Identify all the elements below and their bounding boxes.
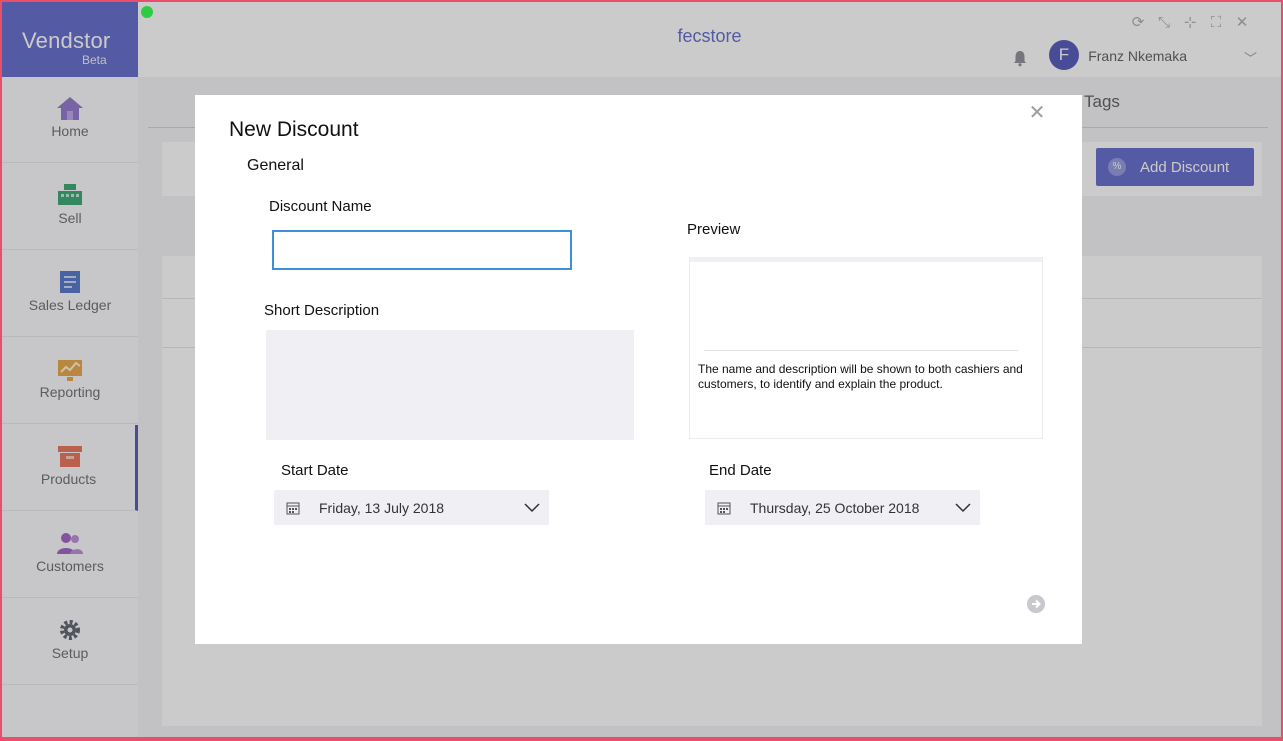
preview-label: Preview bbox=[687, 221, 741, 238]
new-discount-dialog: New Discount ✕ General Discount Name Sho… bbox=[195, 95, 1082, 644]
preview-card: The name and description will be shown t… bbox=[689, 257, 1043, 439]
close-icon[interactable]: ✕ bbox=[1027, 103, 1047, 123]
calendar-icon bbox=[717, 502, 731, 515]
chevron-down-icon bbox=[955, 503, 971, 513]
calendar-icon bbox=[286, 502, 300, 515]
start-date-picker[interactable]: Friday, 13 July 2018 bbox=[274, 490, 549, 525]
section-heading: General bbox=[247, 157, 304, 174]
app-window: Vendstor Beta fecstore ⟳ ⤡ ⊹ ⛶ ✕ F Franz… bbox=[2, 2, 1281, 737]
discount-name-label: Discount Name bbox=[269, 198, 372, 215]
preview-help-text: The name and description will be shown t… bbox=[698, 362, 1023, 391]
next-arrow-icon[interactable] bbox=[1027, 595, 1045, 613]
end-date-picker[interactable]: Thursday, 25 October 2018 bbox=[705, 490, 980, 525]
divider bbox=[704, 350, 1018, 351]
start-date-label: Start Date bbox=[281, 462, 349, 479]
discount-name-input[interactable] bbox=[272, 230, 572, 270]
end-date-label: End Date bbox=[709, 462, 772, 479]
end-date-value: Thursday, 25 October 2018 bbox=[750, 500, 920, 516]
dialog-title: New Discount bbox=[229, 118, 359, 141]
start-date-value: Friday, 13 July 2018 bbox=[319, 500, 445, 516]
short-description-label: Short Description bbox=[264, 302, 380, 319]
status-indicator bbox=[141, 6, 153, 18]
chevron-down-icon bbox=[524, 503, 540, 513]
short-description-input[interactable] bbox=[266, 330, 634, 440]
